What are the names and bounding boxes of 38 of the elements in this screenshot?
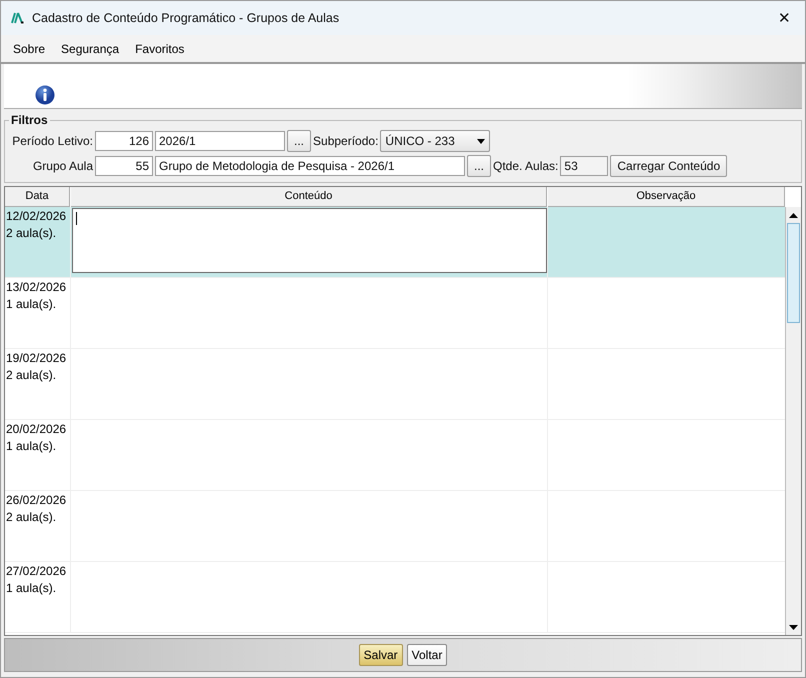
- column-header[interactable]: Data: [5, 187, 70, 207]
- column-header[interactable]: Conteúdo: [71, 187, 547, 207]
- load-button[interactable]: Carregar Conteúdo: [610, 155, 728, 177]
- field-label: Período Letivo:: [11, 134, 93, 148]
- scroll-down-icon[interactable]: [789, 624, 798, 630]
- code-field[interactable]: 55: [95, 156, 153, 176]
- save-button[interactable]: Salvar: [358, 644, 403, 666]
- table-cell[interactable]: [548, 207, 785, 278]
- field-label: Qtde. Aulas:: [493, 159, 558, 173]
- close-button[interactable]: ✕: [774, 9, 795, 27]
- field-label: Subperíodo:: [313, 134, 378, 148]
- menu-item[interactable]: Segurança: [61, 42, 120, 56]
- group-field[interactable]: Grupo de Metodologia de Pesquisa - 2026/1: [155, 156, 465, 176]
- date-cell[interactable]: 19/02/2026 2 aula(s).: [5, 349, 71, 420]
- group-title: Filtros: [10, 113, 49, 127]
- date-cell[interactable]: 13/02/2026 1 aula(s).: [5, 278, 71, 349]
- field-label: Grupo Aula: [32, 159, 93, 173]
- menu-item[interactable]: Sobre: [13, 42, 46, 56]
- table-cell[interactable]: [71, 278, 548, 349]
- code-field[interactable]: 126: [95, 131, 153, 151]
- menu-item[interactable]: Favoritos: [135, 42, 184, 56]
- info-icon[interactable]: [35, 85, 55, 105]
- scrollbar[interactable]: [785, 207, 801, 635]
- app-logo-icon: [11, 12, 24, 24]
- date-cell[interactable]: 26/02/2026 2 aula(s).: [5, 491, 71, 562]
- scrollbar-thumb[interactable]: [787, 223, 800, 323]
- lookup-button[interactable]: ...: [467, 155, 492, 177]
- period-field[interactable]: 2026/1: [155, 131, 285, 151]
- count-field: 53: [560, 156, 608, 176]
- back-button[interactable]: Voltar: [406, 644, 448, 666]
- window-title: Cadastro de Conteúdo Programático - Grupos de Aulas: [32, 11, 340, 25]
- subperiod-dropdown[interactable]: ÚNICO - 233: [380, 130, 490, 152]
- date-cell[interactable]: 20/02/2026 1 aula(s).: [5, 420, 71, 491]
- date-cell[interactable]: 12/02/2026 2 aula(s).: [5, 207, 71, 278]
- lookup-button[interactable]: ...: [287, 130, 312, 152]
- scroll-up-icon[interactable]: [789, 212, 798, 218]
- column-header[interactable]: Observação: [548, 187, 785, 207]
- date-cell[interactable]: 27/02/2026 1 aula(s).: [5, 562, 71, 633]
